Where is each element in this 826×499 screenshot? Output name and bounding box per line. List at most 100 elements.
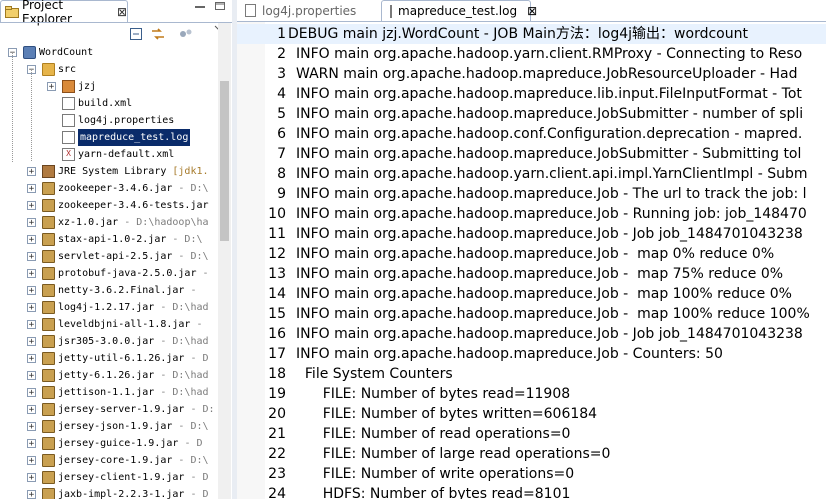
line-number: 14 xyxy=(268,286,286,302)
expand-icon[interactable]: + xyxy=(27,218,36,228)
expand-icon[interactable]: + xyxy=(27,269,36,279)
log-line-text: FILE: Number of large read operations=0 xyxy=(296,446,611,462)
line-number: 12 xyxy=(268,246,286,262)
expand-icon[interactable]: + xyxy=(27,320,36,330)
tree-item[interactable]: mapreduce_test.log xyxy=(0,129,218,146)
line-number: 23 xyxy=(268,466,286,482)
tree-item[interactable]: − WordCount xyxy=(0,44,218,61)
expand-icon[interactable]: + xyxy=(27,371,36,381)
expand-icon[interactable]: + xyxy=(27,405,36,415)
jar-icon xyxy=(42,454,55,467)
tree-item[interactable]: + jaxb-impl-2.2.3-1.jar - D xyxy=(0,486,218,499)
expand-icon[interactable]: + xyxy=(27,490,36,499)
jar-icon xyxy=(42,182,55,195)
tree-item[interactable]: + jettison-1.1.jar - D:\had xyxy=(0,384,218,401)
expand-icon[interactable]: + xyxy=(27,303,36,313)
tree-item[interactable]: + jersey-client-1.9.jar - D xyxy=(0,469,218,486)
line-number: 8 xyxy=(277,166,286,182)
expand-icon[interactable]: + xyxy=(27,439,36,449)
scrollbar-thumb[interactable] xyxy=(220,81,229,241)
project-explorer-tab[interactable]: Project Explorer ⊠ xyxy=(0,0,128,26)
tree-item-label: jersey-guice-1.9.jar xyxy=(58,438,179,449)
tree-item[interactable]: + xz-1.0.jar - D:\hadoop\ha xyxy=(0,214,218,231)
tree-item[interactable]: + zookeeper-3.4.6-tests.jar xyxy=(0,197,218,214)
tree-item[interactable]: + protobuf-java-2.5.0.jar - xyxy=(0,265,218,282)
log-line: 12 INFO main org.apache.hadoop.mapreduce.… xyxy=(237,244,826,264)
tree-item[interactable]: + jersey-guice-1.9.jar - D xyxy=(0,435,218,452)
view-menu-icon[interactable] xyxy=(178,27,194,43)
editor-tab[interactable]: mapreduce_test.log ⊠ xyxy=(381,0,537,21)
log-editor[interactable]: 1 DEBUG main jzj.WordCount - JOB Main方法：l… xyxy=(237,22,826,499)
expand-icon[interactable]: + xyxy=(27,252,36,262)
tree-item[interactable]: + jersey-server-1.9.jar - D: xyxy=(0,401,218,418)
maximize-icon[interactable] xyxy=(212,0,228,16)
log-line-text: INFO main org.apache.hadoop.mapreduce.li… xyxy=(296,86,802,102)
tree-item[interactable]: log4j.properties xyxy=(0,112,218,129)
collapse-all-icon[interactable] xyxy=(128,27,144,43)
tree-item[interactable]: + jzj xyxy=(0,78,218,95)
tree-item[interactable]: + zookeeper-3.4.6.jar - D:\ xyxy=(0,180,218,197)
minimize-icon[interactable] xyxy=(192,0,208,16)
tree-item[interactable]: + stax-api-1.0-2.jar - D:\ xyxy=(0,231,218,248)
tree-item[interactable]: + jetty-6.1.26.jar - D:\had xyxy=(0,367,218,384)
expand-icon[interactable]: + xyxy=(27,286,36,296)
expand-icon[interactable]: + xyxy=(27,235,36,245)
log-line: 23 FILE: Number of write operations=0 xyxy=(237,464,826,484)
tree-item[interactable]: + servlet-api-2.5.jar - D:\ xyxy=(0,248,218,265)
tree-item-path: - xyxy=(196,268,209,279)
tree-item[interactable]: + jersey-core-1.9.jar - D:\ xyxy=(0,452,218,469)
log-line-text: INFO main org.apache.hadoop.mapreduce.Jo… xyxy=(296,206,807,222)
file-icon xyxy=(245,4,256,17)
log-line-text: INFO main org.apache.hadoop.mapreduce.Jo… xyxy=(296,306,810,322)
log-line: 22 FILE: Number of large read operations… xyxy=(237,444,826,464)
tree-item[interactable]: + jersey-json-1.9.jar - D:\ xyxy=(0,418,218,435)
expand-icon[interactable]: + xyxy=(27,473,36,483)
tree-item-path: - xyxy=(190,319,203,330)
line-number: 7 xyxy=(277,146,286,162)
editor-tab[interactable]: log4j.properties xyxy=(237,0,371,21)
line-number: 1 xyxy=(277,26,286,42)
tree-item-path: - D xyxy=(184,353,209,364)
close-icon[interactable]: ⊠ xyxy=(117,5,127,19)
tree-item-path: - D:\had xyxy=(154,370,209,381)
expand-icon[interactable]: + xyxy=(27,456,36,466)
tree-item[interactable]: + jsr305-3.0.0.jar - D:\had xyxy=(0,333,218,350)
tree-item[interactable]: + jetty-util-6.1.26.jar - D xyxy=(0,350,218,367)
expand-icon[interactable]: + xyxy=(27,201,36,211)
jar-icon xyxy=(42,369,55,382)
tree-item-label: jettison-1.1.jar xyxy=(58,387,155,398)
editor-area: log4j.properties mapreduce_test.log ⊠ 1 DEB… xyxy=(237,0,826,499)
jar-icon xyxy=(42,199,55,212)
explorer-toolbar xyxy=(128,0,232,50)
log-line-text: FILE: Number of write operations=0 xyxy=(296,466,575,482)
tree-item[interactable]: Xyarn-default.xml xyxy=(0,146,218,163)
explorer-scrollbar[interactable] xyxy=(218,23,231,499)
expand-icon[interactable]: + xyxy=(27,388,36,398)
tree-guide-line xyxy=(31,69,32,161)
jar-icon xyxy=(42,250,55,263)
expand-icon[interactable]: + xyxy=(27,422,36,432)
project-explorer-icon xyxy=(5,5,19,18)
tree-item[interactable]: + leveldbjni-all-1.8.jar - xyxy=(0,316,218,333)
jar-icon xyxy=(42,403,55,416)
tree-item-path: - D:\ xyxy=(172,455,209,466)
line-number: 16 xyxy=(268,326,286,342)
tree-item-label: jersey-json-1.9.jar xyxy=(58,421,173,432)
tree-item-label: xz-1.0.jar xyxy=(58,217,119,228)
expand-icon[interactable]: + xyxy=(27,337,36,347)
expand-icon[interactable]: + xyxy=(27,184,36,194)
tree-item[interactable]: + netty-3.6.2.Final.jar - xyxy=(0,282,218,299)
tree-item[interactable]: build.xml xyxy=(0,95,218,112)
proj-icon xyxy=(23,46,36,59)
expand-icon[interactable]: + xyxy=(27,354,36,364)
tree-item[interactable]: − src xyxy=(0,61,218,78)
tree-item[interactable]: + log4j-1.2.17.jar - D:\had xyxy=(0,299,218,316)
close-icon[interactable]: ⊠ xyxy=(527,4,537,18)
log-line: 6 INFO main org.apache.hadoop.conf.Config… xyxy=(237,124,826,144)
tree-item[interactable]: + JRE System Library [jdk1. xyxy=(0,163,218,180)
expand-icon[interactable]: + xyxy=(27,167,36,177)
expand-icon[interactable]: + xyxy=(47,82,56,92)
xml-icon: X xyxy=(62,148,75,161)
link-with-editor-icon[interactable] xyxy=(150,27,166,43)
tree-item-label: yarn-default.xml xyxy=(78,149,175,160)
